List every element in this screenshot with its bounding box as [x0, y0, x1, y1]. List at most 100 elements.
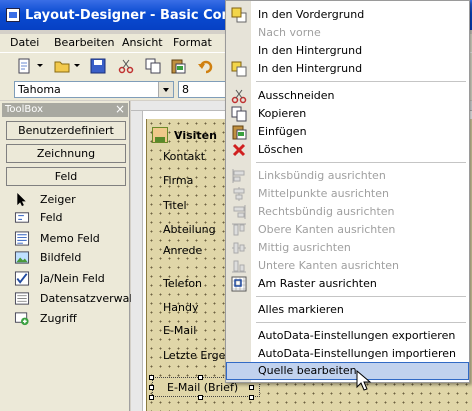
undo-icon[interactable]: [198, 58, 214, 74]
field-label-email[interactable]: E-Mail: [163, 324, 196, 337]
menu-item-snap-to-grid[interactable]: Am Raster ausrichten: [226, 275, 469, 293]
menu-item-align-centers[interactable]: Mittelpunkte ausrichten: [226, 185, 469, 203]
toolbox-item-feld[interactable]: Feld: [10, 209, 128, 226]
resize-handle[interactable]: [249, 395, 254, 400]
menu-format[interactable]: Format: [173, 36, 212, 49]
mouse-cursor-icon: [356, 370, 372, 391]
new-dropdown-arrow[interactable]: [37, 64, 43, 67]
toolbox-category-zeichnung[interactable]: Zeichnung: [6, 144, 126, 163]
align-center-icon: [233, 187, 245, 201]
cut-icon[interactable]: [118, 58, 134, 74]
menu-item-bring-forward[interactable]: Nach vorne: [226, 24, 469, 42]
align-top-icon: [232, 223, 246, 236]
menu-item-align-middles[interactable]: Mittig ausrichten: [226, 239, 469, 257]
menu-item-label: Rechtsbündig ausrichten: [258, 205, 395, 218]
menu-item-label: In den Vordergrund: [258, 8, 365, 21]
access-icon: [14, 312, 29, 326]
menu-ansicht[interactable]: Ansicht: [122, 36, 163, 49]
toolbox-item-label: Ja/Nein Feld: [40, 272, 105, 285]
font-family-select[interactable]: Tahoma: [14, 81, 174, 98]
toolbox-category-benutzerdefiniert[interactable]: Benutzerdefiniert: [6, 121, 126, 140]
font-size-select[interactable]: 8: [178, 81, 226, 98]
menu-item-label: Obere Kanten ausrichten: [258, 223, 396, 236]
copy-icon[interactable]: [145, 58, 161, 74]
menu-separator: [256, 322, 466, 323]
paste-icon: [232, 125, 247, 140]
menu-separator: [256, 162, 466, 163]
toolbox-category-feld[interactable]: Feld: [6, 167, 126, 186]
menu-item-align-left[interactable]: Linksbündig ausrichten: [226, 167, 469, 185]
resize-handle[interactable]: [198, 375, 203, 380]
resize-handle[interactable]: [149, 375, 154, 380]
save-icon[interactable]: [90, 58, 106, 74]
field-icon: [14, 212, 30, 223]
new-document-icon[interactable]: [16, 58, 32, 74]
toolbox-item-label: Feld: [40, 211, 63, 224]
menu-item-cut[interactable]: Ausschneiden: [226, 87, 469, 105]
resize-handle[interactable]: [198, 395, 203, 400]
toolbox-item-zeiger[interactable]: Zeiger: [10, 191, 128, 208]
toolbox-item-label: Bildfeld: [40, 251, 82, 264]
toolbox-item-label: Zugriff: [40, 312, 77, 325]
menu-item-bring-to-front[interactable]: In den Vordergrund: [226, 6, 469, 24]
app-icon: [6, 8, 20, 22]
toolbox-item-ja-nein-feld[interactable]: Ja/Nein Feld: [10, 270, 128, 287]
menu-item-autodata-import[interactable]: AutoData-Einstellungen importieren: [226, 345, 469, 363]
open-folder-icon[interactable]: [54, 58, 70, 74]
toolbox-item-zugriff[interactable]: Zugriff: [10, 310, 128, 327]
menu-item-edit-source[interactable]: Quelle bearbeiten: [226, 362, 469, 380]
context-menu: In den Vordergrund Nach vorne In den Hin…: [225, 0, 470, 383]
toolbox-title: ToolBox: [5, 104, 44, 115]
menu-item-label: Mittelpunkte ausrichten: [258, 187, 389, 200]
toolbox-item-datensatzverwaltung[interactable]: Datensatzverwaltu: [10, 290, 132, 307]
menu-bearbeiten[interactable]: Bearbeiten: [54, 36, 114, 49]
font-family-value: Tahoma: [18, 83, 61, 96]
menu-item-align-right[interactable]: Rechtsbündig ausrichten: [226, 203, 469, 221]
menu-item-label: Kopieren: [258, 107, 307, 120]
menu-item-label: AutoData-Einstellungen importieren: [258, 347, 456, 360]
toolbox-item-bildfeld[interactable]: Bildfeld: [10, 249, 128, 266]
contact-avatar-icon: [152, 127, 168, 143]
font-size-value: 8: [182, 83, 189, 96]
field-label-handy[interactable]: Handy: [163, 301, 198, 314]
menu-item-label: Mittig ausrichten: [258, 241, 351, 254]
menu-item-delete[interactable]: Löschen: [226, 141, 469, 159]
field-label-kontakt[interactable]: Kontakt: [163, 150, 205, 163]
menu-item-label: Linksbündig ausrichten: [258, 169, 386, 182]
paste-icon[interactable]: [170, 58, 186, 74]
menu-item-copy[interactable]: Kopieren: [226, 105, 469, 123]
open-dropdown-arrow[interactable]: [74, 64, 80, 67]
menu-item-send-backward[interactable]: In den Hintergrund: [226, 60, 469, 78]
resize-handle[interactable]: [149, 385, 154, 390]
field-label-titel[interactable]: Titel: [163, 199, 187, 212]
field-label-abteilung[interactable]: Abteilung: [163, 223, 216, 236]
menu-item-label: AutoData-Einstellungen exportieren: [258, 329, 456, 342]
menu-item-send-to-back[interactable]: In den Hintergrund: [226, 42, 469, 60]
field-label-anrede[interactable]: Anrede: [163, 244, 202, 257]
field-label-telefon[interactable]: Telefon: [163, 277, 202, 290]
menu-item-label: In den Hintergrund: [258, 62, 363, 75]
field-label-firma[interactable]: Firma: [163, 174, 193, 187]
copy-icon: [231, 106, 247, 122]
toolbox-panel: ToolBox × Benutzerdefiniert Zeichnung Fe…: [0, 101, 132, 411]
menu-item-label: Einfügen: [258, 125, 307, 138]
card-title: Visiten: [174, 129, 217, 142]
menu-item-paste[interactable]: Einfügen: [226, 123, 469, 141]
menu-item-align-tops[interactable]: Obere Kanten ausrichten: [226, 221, 469, 239]
font-family-dropdown-button[interactable]: [158, 82, 173, 97]
menu-item-label: Quelle bearbeiten: [258, 364, 357, 377]
menu-item-select-all[interactable]: Alles markieren: [226, 301, 469, 319]
toolbox-item-label: Datensatzverwaltu: [40, 292, 132, 305]
menu-item-autodata-export[interactable]: AutoData-Einstellungen exportieren: [226, 327, 469, 345]
resize-handle[interactable]: [149, 395, 154, 400]
resize-handle[interactable]: [249, 385, 254, 390]
menu-item-align-bottoms[interactable]: Untere Kanten ausrichten: [226, 257, 469, 275]
menu-item-label: In den Hintergrund: [258, 44, 363, 57]
align-right-icon: [233, 205, 246, 219]
toolbox-close-button[interactable]: ×: [115, 102, 125, 116]
menu-datei[interactable]: Datei: [10, 36, 39, 49]
menu-item-label: Am Raster ausrichten: [258, 277, 377, 290]
cut-icon: [231, 89, 247, 104]
toolbox-item-memo-feld[interactable]: Memo Feld: [10, 230, 128, 247]
memo-field-icon: [14, 231, 30, 246]
